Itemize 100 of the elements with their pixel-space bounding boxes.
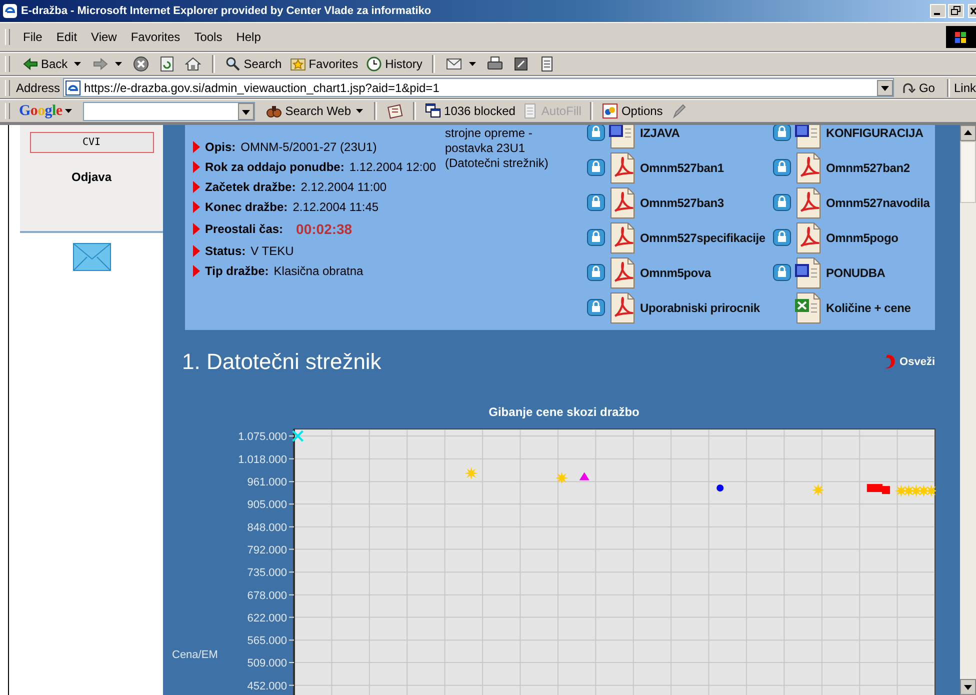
bullet-arrow-icon bbox=[193, 201, 200, 213]
back-button[interactable]: Back bbox=[20, 56, 70, 72]
menu-item[interactable]: Edit bbox=[49, 30, 84, 44]
stop-icon[interactable] bbox=[132, 56, 149, 72]
history-button[interactable]: History bbox=[364, 56, 424, 72]
section-title: 1. Datotečni strežnik bbox=[182, 349, 382, 375]
dropdown-button[interactable] bbox=[876, 80, 893, 96]
page-icon bbox=[65, 80, 82, 96]
printer-icon[interactable] bbox=[487, 56, 504, 72]
field-value: Klasična obratna bbox=[274, 264, 364, 278]
document-link[interactable]: KONFIGURACIJA bbox=[826, 126, 924, 140]
axis-tick-label: 961.000 bbox=[247, 476, 287, 489]
dropdown-button[interactable] bbox=[238, 102, 254, 120]
caret-icon[interactable] bbox=[114, 62, 122, 66]
pencil-icon[interactable] bbox=[670, 103, 687, 119]
address-label: Address bbox=[16, 80, 60, 94]
options-button[interactable]: Options bbox=[600, 103, 665, 119]
countdown-timer: 00:02:38 bbox=[296, 221, 352, 237]
spreadsheet-file-icon[interactable] bbox=[793, 292, 823, 324]
address-field[interactable]: https://e-drazba.gov.si/admin_viewauction_chart1.jsp?aid=1&pid=1 bbox=[63, 78, 894, 97]
scrollbar-thumb[interactable] bbox=[960, 141, 976, 203]
minimize-button[interactable] bbox=[930, 4, 946, 18]
news-icon[interactable] bbox=[387, 103, 404, 119]
field-value: 1.12.2004 12:00 bbox=[349, 160, 436, 174]
star-folder-icon bbox=[290, 56, 306, 72]
field-value: 2.12.2004 11:00 bbox=[300, 180, 387, 194]
cvi-button[interactable]: CVI bbox=[30, 132, 154, 153]
axis-tick-label: 565.000 bbox=[247, 635, 287, 648]
go-button[interactable]: Go bbox=[900, 80, 937, 94]
bullet-arrow-icon bbox=[193, 141, 200, 153]
popup-button[interactable]: 1036 blocked bbox=[423, 103, 518, 119]
home-icon[interactable] bbox=[184, 56, 201, 72]
restore-button[interactable] bbox=[948, 4, 964, 18]
field-label: Konec dražbe: bbox=[205, 200, 288, 214]
menu-item[interactable]: Tools bbox=[187, 30, 230, 44]
edit-icon[interactable] bbox=[513, 56, 530, 72]
field-value: 2.12.2004 11:45 bbox=[292, 200, 379, 214]
axis-tick-label: 848.000 bbox=[247, 522, 287, 534]
search-button[interactable]: Search Web bbox=[264, 103, 354, 119]
close-button[interactable] bbox=[966, 4, 976, 18]
document-link[interactable]: Omnm527specifikacije bbox=[640, 230, 766, 244]
logout-link[interactable]: Odjava bbox=[71, 170, 112, 184]
window-title: E-dražba - Microsoft Internet Explorer provided by Center Vlade za informatiko bbox=[21, 5, 432, 17]
document-link[interactable]: Omnm5pova bbox=[640, 266, 711, 280]
menu-item[interactable]: File bbox=[16, 30, 50, 44]
field-label: Rok za oddajo ponudbe: bbox=[205, 160, 344, 174]
axis-tick-label: 735.000 bbox=[247, 567, 287, 580]
field-label: Status: bbox=[205, 244, 246, 258]
search-field[interactable] bbox=[83, 102, 256, 120]
forward-arrow-icon[interactable] bbox=[92, 56, 108, 72]
bullet-arrow-icon bbox=[193, 161, 200, 173]
description-text: postavka 23U1 bbox=[445, 141, 526, 156]
word-file-icon[interactable] bbox=[793, 256, 823, 288]
document-link[interactable]: PONUDBA bbox=[826, 266, 886, 280]
document-link[interactable]: Omnm527navodila bbox=[826, 196, 930, 210]
links-button[interactable]: Link bbox=[954, 80, 976, 94]
scrollbar[interactable] bbox=[960, 125, 976, 695]
options-icon bbox=[602, 103, 618, 119]
google-logo[interactable]: Google bbox=[19, 102, 62, 120]
mail-icon[interactable] bbox=[446, 56, 462, 72]
go-arrow-icon bbox=[902, 80, 916, 94]
field-label: Opis: bbox=[205, 140, 236, 154]
menu-item[interactable]: Favorites bbox=[124, 30, 188, 44]
caret-icon[interactable] bbox=[469, 62, 476, 66]
refresh-icon[interactable] bbox=[158, 56, 175, 72]
search-button[interactable]: Search bbox=[222, 56, 284, 72]
field-value: OMNM-5/2001-27 (23U1) bbox=[240, 140, 377, 154]
form-icon bbox=[522, 103, 538, 119]
scroll-up-button[interactable] bbox=[960, 125, 976, 141]
search-icon bbox=[224, 56, 241, 72]
caret-icon[interactable] bbox=[74, 62, 81, 66]
bullet-arrow-icon bbox=[193, 245, 200, 257]
popup-windows-icon bbox=[425, 103, 442, 119]
word-file-icon[interactable] bbox=[607, 125, 637, 148]
axis-tick-label: 1.018.000 bbox=[238, 454, 287, 466]
document-link[interactable]: IZJAVA bbox=[640, 126, 680, 140]
binoculars-icon bbox=[266, 103, 282, 119]
document-link[interactable]: Količine + cene bbox=[826, 300, 911, 314]
refresh-link[interactable]: Osveži bbox=[882, 353, 935, 371]
menu-item[interactable]: View bbox=[84, 30, 124, 44]
document-link[interactable]: Omnm5pogo bbox=[826, 230, 898, 244]
document-icon[interactable] bbox=[539, 56, 556, 72]
document-link[interactable]: Omnm527ban3 bbox=[640, 196, 724, 210]
bullet-arrow-icon bbox=[193, 181, 200, 193]
axis-tick-label: 678.000 bbox=[247, 590, 287, 602]
back-arrow-icon bbox=[22, 56, 38, 72]
document-link[interactable]: Omnm527ban1 bbox=[640, 160, 724, 174]
document-link[interactable]: Uporabniski prirocnik bbox=[640, 300, 760, 314]
scroll-down-button[interactable] bbox=[960, 679, 976, 695]
field-label: Preostali čas: bbox=[205, 222, 284, 236]
axis-tick-label: 509.000 bbox=[247, 658, 287, 670]
chart-title: Gibanje cene skozi dražbo bbox=[488, 405, 640, 419]
menu-item[interactable]: Help bbox=[229, 30, 268, 44]
description-text: (Datotečni strežnik) bbox=[445, 156, 550, 171]
document-link[interactable]: Omnm527ban2 bbox=[826, 160, 910, 174]
caret-icon[interactable] bbox=[356, 109, 364, 113]
word-file-icon[interactable] bbox=[793, 125, 823, 148]
caret-icon[interactable] bbox=[65, 109, 72, 113]
favorites-button[interactable]: Favorites bbox=[288, 56, 360, 72]
axis-tick-label: 1.075.000 bbox=[238, 431, 287, 443]
